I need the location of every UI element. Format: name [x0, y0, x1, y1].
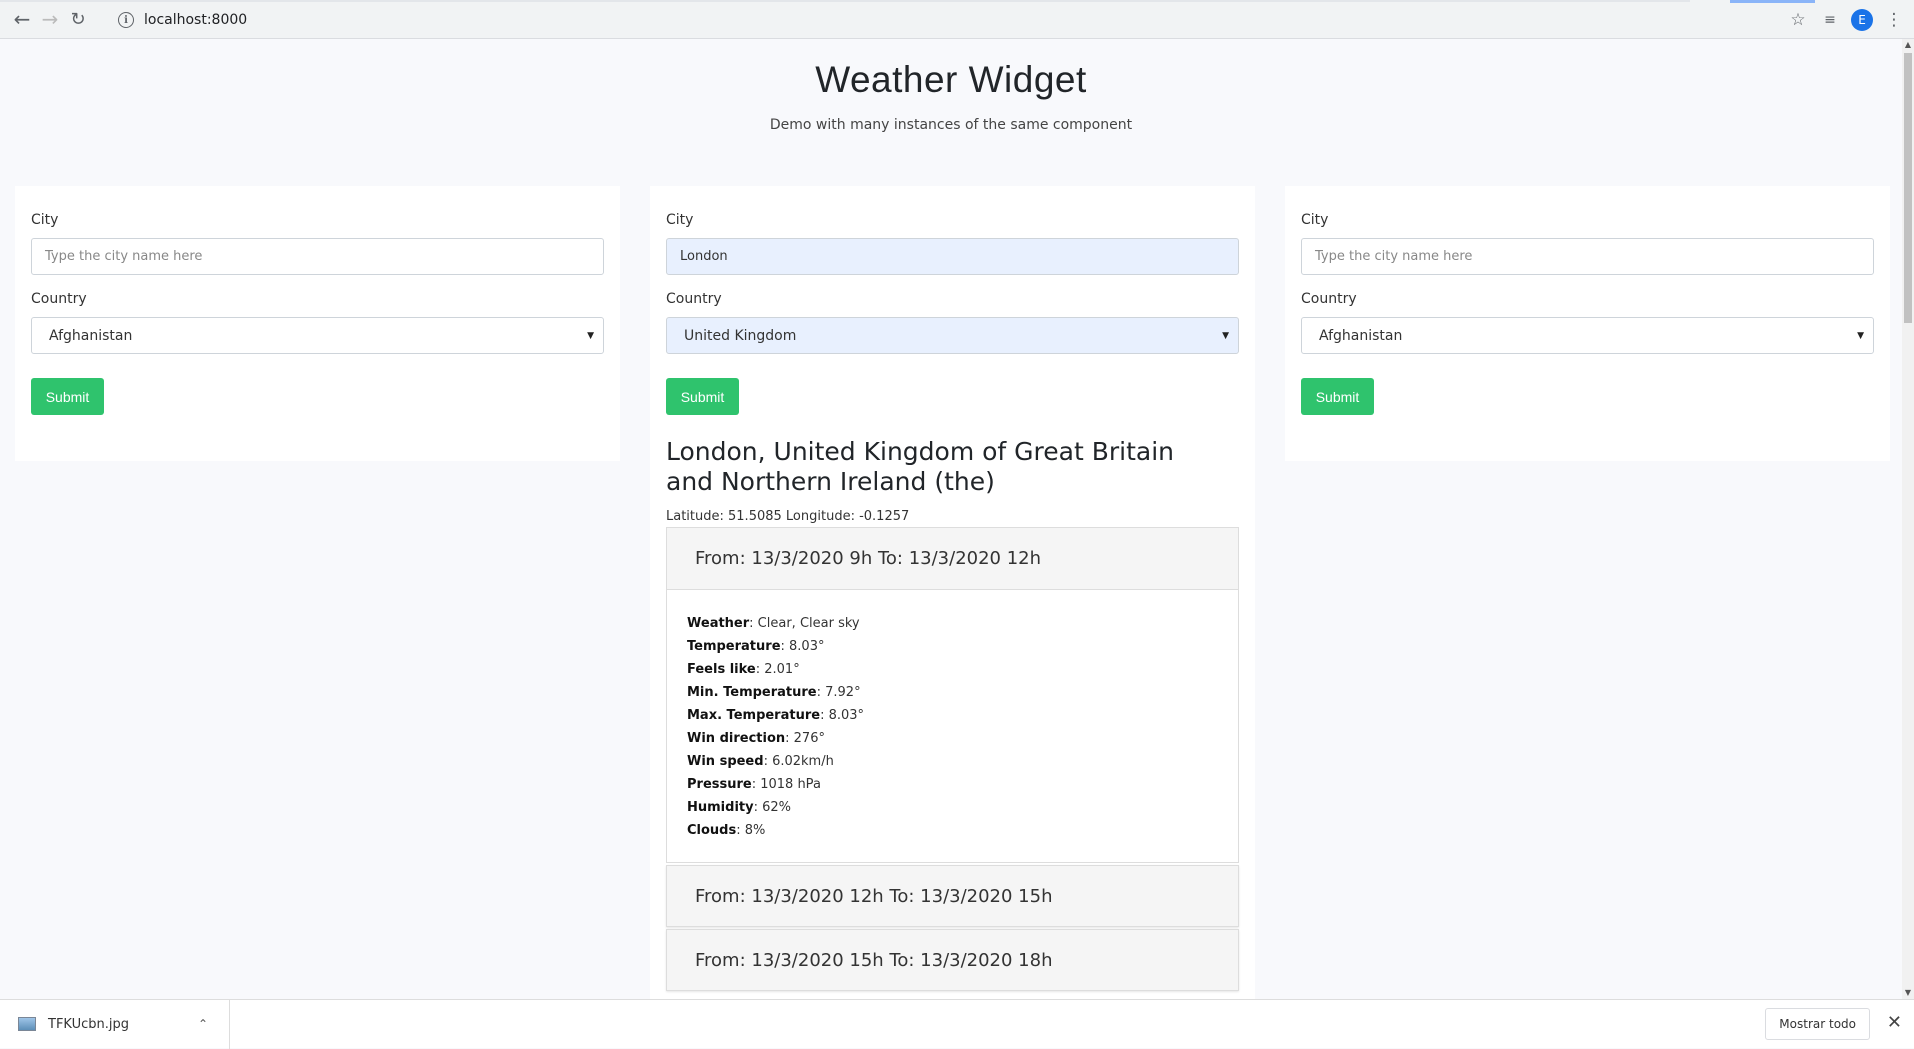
forecast-heading[interactable]: From: 13/3/2020 9h To: 13/3/2020 12h [667, 528, 1238, 590]
avatar[interactable]: E [1851, 8, 1873, 31]
forecast-heading-collapsed[interactable]: From: 13/3/2020 15h To: 13/3/2020 18h [666, 929, 1239, 991]
chevron-down-icon: ▼ [1222, 330, 1229, 341]
url-text[interactable]: localhost:8000 [144, 12, 247, 28]
forecast-row-win-direction: Win direction: 276° [687, 731, 825, 746]
submit-button[interactable]: Submit [1301, 378, 1374, 415]
scroll-down-icon[interactable]: ▼ [1904, 988, 1912, 998]
country-select-value: Afghanistan [1319, 327, 1403, 344]
city-label: City [666, 212, 694, 228]
submit-button[interactable]: Submit [31, 378, 104, 415]
download-file-name[interactable]: TFKUcbn.jpg [48, 1017, 198, 1032]
result-coordinates: Latitude: 51.5085 Longitude: -0.1257 [666, 509, 910, 524]
forecast-row-win-speed: Win speed: 6.02km/h [687, 754, 834, 769]
info-icon[interactable]: i [118, 12, 134, 28]
city-label: City [1301, 212, 1329, 228]
chevron-up-icon[interactable]: ⌃ [198, 1017, 208, 1031]
forecast-accordion-item: From: 13/3/2020 9h To: 13/3/2020 12h Wea… [666, 527, 1239, 863]
country-label: Country [1301, 291, 1357, 307]
download-item[interactable]: TFKUcbn.jpg ⌃ [0, 999, 230, 1049]
city-input[interactable]: London [666, 238, 1239, 275]
address-bar[interactable]: i localhost:8000 [110, 5, 1810, 35]
forecast-row-max-temp: Max. Temperature: 8.03° [687, 708, 865, 723]
city-label: City [31, 212, 59, 228]
browser-toolbar: ← → ↻ i localhost:8000 ☆ ≡ E ⋮ [0, 0, 1914, 39]
city-input[interactable]: Type the city name here [31, 238, 604, 275]
weather-widget-3: City Type the city name here Country Afg… [1285, 186, 1890, 461]
media-control-icon[interactable]: ≡ [1814, 4, 1846, 36]
chevron-down-icon: ▼ [1857, 330, 1864, 341]
reload-icon[interactable]: ↻ [64, 5, 92, 33]
page-scrollbar[interactable]: ▲ ▼ [1902, 39, 1914, 999]
profile-avatar[interactable]: E [1846, 4, 1878, 36]
loading-track [0, 0, 1690, 2]
country-select[interactable]: Afghanistan ▼ [31, 317, 604, 354]
image-file-icon [18, 1017, 36, 1031]
forecast-row-clouds: Clouds: 8% [687, 823, 766, 838]
forecast-row-feels-like: Feels like: 2.01° [687, 662, 800, 677]
forecast-row-temperature: Temperature: 8.03° [687, 639, 825, 654]
download-shelf: TFKUcbn.jpg ⌃ Mostrar todo ✕ [0, 999, 1914, 1049]
submit-button[interactable]: Submit [666, 378, 739, 415]
back-arrow-icon[interactable]: ← [8, 5, 36, 33]
forecast-row-weather: Weather: Clear, Clear sky [687, 616, 860, 631]
forward-arrow-icon[interactable]: → [36, 5, 64, 33]
forecast-row-humidity: Humidity: 62% [687, 800, 792, 815]
scrollbar-thumb[interactable] [1904, 53, 1912, 323]
page-content: Weather Widget Demo with many instances … [0, 39, 1902, 999]
forecast-details: Weather: Clear, Clear sky Temperature: 8… [667, 590, 1238, 862]
chevron-down-icon: ▼ [587, 330, 594, 341]
star-icon[interactable]: ☆ [1782, 4, 1814, 36]
weather-widget-2: City London Country United Kingdom ▼ Sub… [650, 186, 1255, 999]
show-all-button[interactable]: Mostrar todo [1765, 1008, 1870, 1040]
result-location-title: London, United Kingdom of Great Britain … [666, 437, 1175, 496]
weather-widget-1: City Type the city name here Country Afg… [15, 186, 620, 461]
close-icon[interactable]: ✕ [1887, 1012, 1902, 1033]
country-label: Country [31, 291, 87, 307]
toolbar-actions: ☆ ≡ E ⋮ [1782, 0, 1914, 39]
forecast-heading-collapsed[interactable]: From: 13/3/2020 12h To: 13/3/2020 15h [666, 865, 1239, 927]
country-select[interactable]: Afghanistan ▼ [1301, 317, 1874, 354]
country-select-value: Afghanistan [49, 327, 133, 344]
city-input[interactable]: Type the city name here [1301, 238, 1874, 275]
country-label: Country [666, 291, 722, 307]
page-title: Weather Widget [815, 59, 1087, 100]
scroll-up-icon[interactable]: ▲ [1904, 40, 1912, 50]
page-subtitle: Demo with many instances of the same com… [769, 117, 1133, 133]
kebab-menu-icon[interactable]: ⋮ [1878, 4, 1910, 36]
country-select[interactable]: United Kingdom ▼ [666, 317, 1239, 354]
forecast-row-min-temp: Min. Temperature: 7.92° [687, 685, 861, 700]
country-select-value: United Kingdom [684, 327, 797, 344]
forecast-row-pressure: Pressure: 1018 hPa [687, 777, 821, 792]
